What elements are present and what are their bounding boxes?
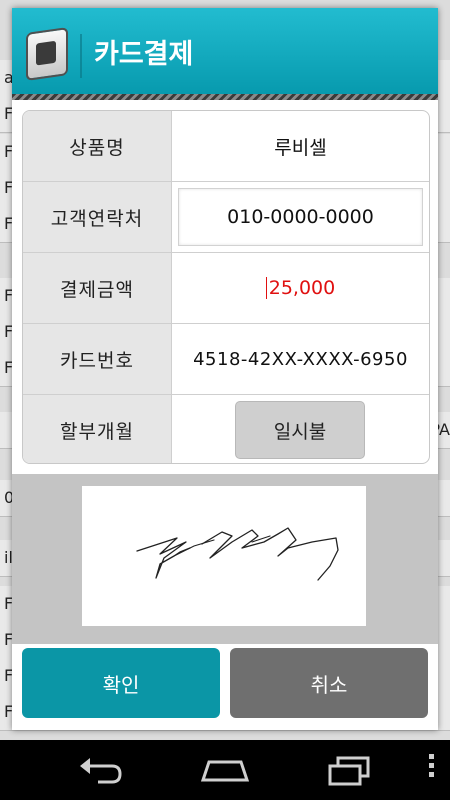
home-icon[interactable] bbox=[195, 750, 255, 790]
dialog-title: 카드결제 bbox=[94, 39, 194, 70]
signature-pad[interactable] bbox=[82, 486, 366, 626]
product-name-value: 루비셀 bbox=[274, 136, 327, 159]
installment-row: 할부개월 일시불 bbox=[23, 395, 429, 463]
navigation-bar bbox=[0, 740, 450, 800]
amount-row: 결제금액 25,000 bbox=[23, 253, 429, 324]
header-divider bbox=[80, 34, 82, 78]
card-payment-dialog: 카드결제 상품명 루비셀 고객연락처 결제금액 25,000 카드번호 4518… bbox=[12, 8, 438, 730]
installment-label: 할부개월 bbox=[23, 395, 172, 463]
overflow-menu-icon[interactable] bbox=[426, 754, 436, 786]
amount-value: 25,000 bbox=[268, 277, 336, 299]
product-name-row: 상품명 루비셀 bbox=[23, 111, 429, 182]
back-icon[interactable] bbox=[70, 750, 130, 790]
contact-input[interactable] bbox=[178, 188, 423, 246]
card-number-value: 4518-42XX-XXXX-6950 bbox=[193, 348, 408, 370]
card-number-label: 카드번호 bbox=[23, 324, 172, 394]
recent-apps-icon[interactable] bbox=[320, 750, 380, 790]
card-number-row: 카드번호 4518-42XX-XXXX-6950 bbox=[23, 324, 429, 395]
amount-label: 결제금액 bbox=[23, 253, 172, 323]
text-caret bbox=[265, 277, 267, 299]
signature-area bbox=[12, 474, 438, 644]
payment-info-table: 상품명 루비셀 고객연락처 결제금액 25,000 카드번호 4518-42XX… bbox=[22, 110, 430, 464]
contact-row: 고객연락처 bbox=[23, 182, 429, 253]
signature-stroke bbox=[136, 527, 339, 581]
dialog-header: 카드결제 bbox=[12, 8, 438, 94]
header-stripe bbox=[12, 94, 438, 100]
wallet-card-icon bbox=[26, 27, 68, 81]
confirm-button[interactable]: 확인 bbox=[22, 648, 220, 718]
contact-label: 고객연락처 bbox=[23, 182, 172, 252]
amount-field[interactable]: 25,000 bbox=[172, 253, 429, 323]
product-name-label: 상품명 bbox=[23, 111, 172, 181]
cancel-button[interactable]: 취소 bbox=[230, 648, 428, 718]
installment-select-button[interactable]: 일시불 bbox=[235, 401, 365, 459]
